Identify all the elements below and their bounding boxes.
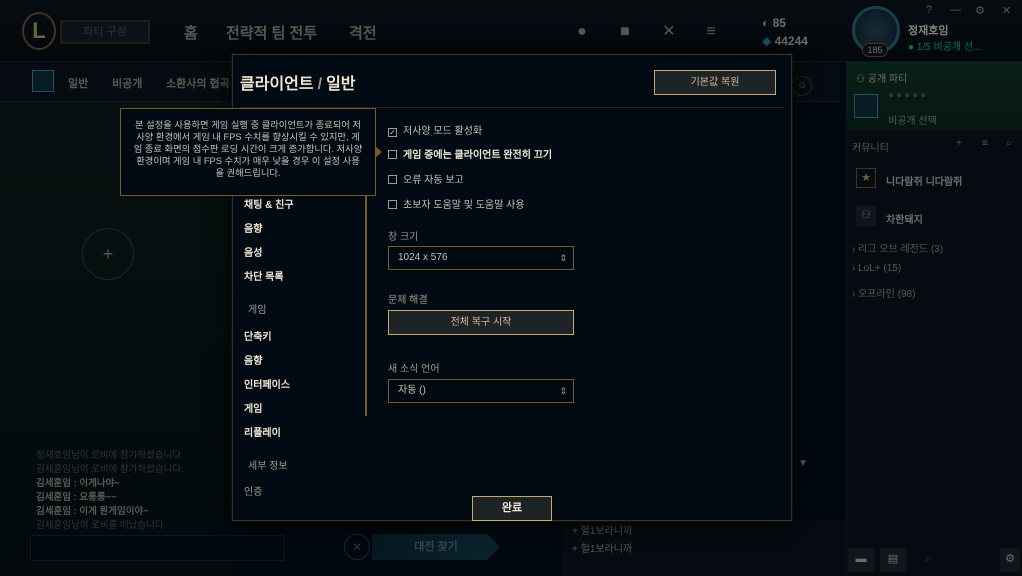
- full-repair-button[interactable]: 전체 복구 시작: [388, 310, 574, 335]
- restore-defaults-button[interactable]: 기본값 복원: [654, 70, 776, 95]
- modal-title-section: 클라이언트: [240, 76, 314, 93]
- checkbox-checked-icon: ✓: [388, 128, 397, 137]
- modal-title: 클라이언트 / 일반: [240, 76, 356, 93]
- menu-item-game-sound[interactable]: 음향: [244, 352, 262, 367]
- menu-item-voice[interactable]: 음성: [244, 244, 262, 259]
- checkbox-unchecked-icon: [388, 200, 397, 209]
- done-button[interactable]: 완료: [472, 496, 552, 521]
- dropdown-arrows-icon: ⇕: [559, 253, 567, 263]
- error-report-checkbox[interactable]: 오류 자동 보고: [388, 171, 464, 186]
- tooltip: 본 설정을 사용하면 게임 실행 중 클라이언트가 종료되어 저사양 환경에서 …: [120, 108, 376, 196]
- checkbox-label: 오류 자동 보고: [403, 175, 464, 186]
- news-language-value: 자동 (): [398, 385, 426, 396]
- menu-item-verification[interactable]: 인증: [244, 483, 262, 498]
- checkbox-label: 저사양 모드 활성화: [403, 126, 483, 137]
- tutorial-help-checkbox[interactable]: 초보자 도움말 및 도움말 사용: [388, 196, 525, 211]
- news-language-dropdown[interactable]: 자동 () ⇕: [388, 379, 574, 403]
- news-language-label: 새 소식 언어: [388, 364, 440, 375]
- checkbox-unchecked-icon: [388, 175, 397, 184]
- menu-item-interface[interactable]: 인터페이스: [244, 376, 290, 391]
- menu-item-blocklist[interactable]: 차단 목록: [244, 268, 284, 283]
- menu-item-replays[interactable]: 리플레이: [244, 424, 281, 439]
- menu-item-sound[interactable]: 음향: [244, 220, 262, 235]
- checkbox-unchecked-icon: [388, 150, 397, 159]
- dropdown-arrows-icon: ⇕: [559, 386, 567, 396]
- window-size-label: 창 크기: [388, 232, 419, 243]
- low-spec-checkbox[interactable]: ✓ 저사양 모드 활성화: [388, 122, 482, 137]
- close-client-checkbox[interactable]: 게임 중에는 클라이언트 완전히 끄기: [388, 146, 552, 161]
- menu-header-game: 게임: [248, 305, 267, 316]
- window-size-value: 1024 x 576: [398, 252, 448, 263]
- menu-header-about: 세부 정보: [248, 461, 288, 472]
- checkbox-label: 게임 중에는 클라이언트 완전히 끄기: [403, 150, 553, 161]
- menu-item-hotkeys[interactable]: 단축키: [244, 328, 272, 343]
- window-size-dropdown[interactable]: 1024 x 576 ⇕: [388, 246, 574, 270]
- tooltip-arrow: [375, 146, 382, 158]
- menu-item-chat[interactable]: 채팅 & 친구: [244, 196, 294, 211]
- checkbox-label: 초보자 도움말 및 도움말 사용: [403, 200, 525, 211]
- menu-item-game[interactable]: 게임: [244, 400, 262, 415]
- troubleshoot-label: 문제 해결: [388, 295, 428, 306]
- modal-title-page: 일반: [326, 76, 356, 93]
